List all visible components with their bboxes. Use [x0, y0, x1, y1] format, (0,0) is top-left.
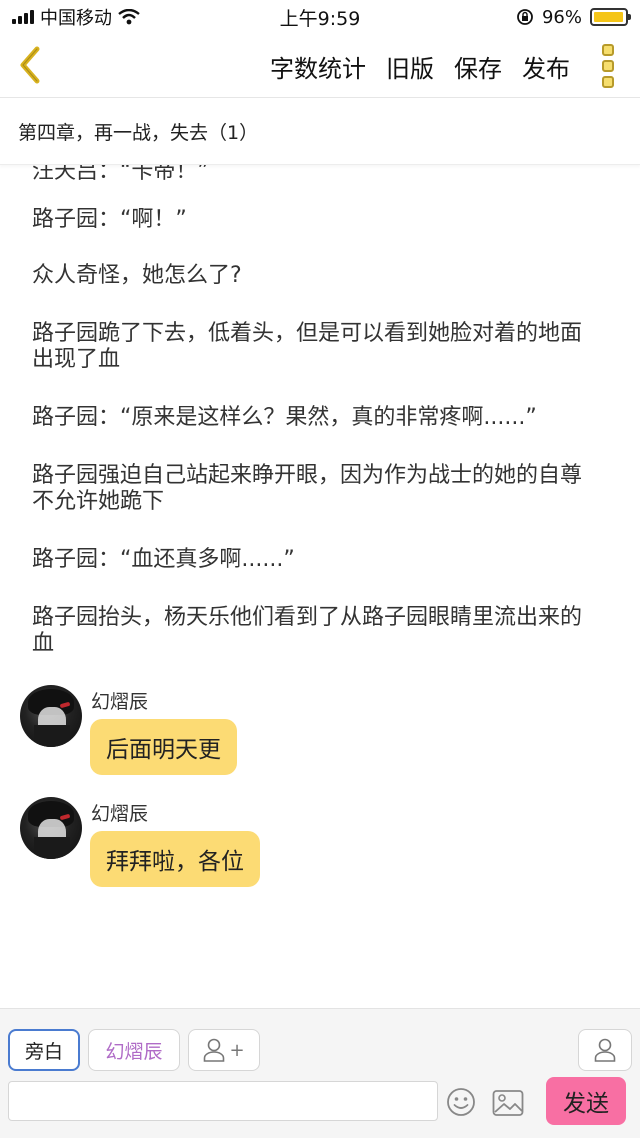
avatar[interactable] [20, 685, 82, 747]
wifi-icon [118, 9, 140, 25]
plus-icon: + [229, 1039, 245, 1061]
user-icon [204, 1038, 225, 1062]
switch-user-button[interactable] [578, 1029, 632, 1071]
clipped-narration: 汪天吕：“卡帝！” [32, 165, 209, 184]
narration-line[interactable]: 路子园跪了下去，低着头，但是可以看到她脸对着的地面出现了血 [32, 321, 602, 373]
battery-percent: 96% [541, 6, 582, 28]
narration-line[interactable]: 路子园：“原来是这样么？果然，真的非常疼啊......” [32, 405, 602, 431]
signal-icon [12, 10, 34, 24]
chapter-title: 第四章，再一战，失去（1） [18, 122, 259, 144]
save-button[interactable]: 保存 [454, 49, 502, 84]
orientation-lock-icon [517, 9, 533, 25]
image-icon[interactable] [492, 1089, 524, 1117]
narration-line[interactable]: 路子园：“啊！” [32, 207, 602, 233]
message-bubble[interactable]: 拜拜啦，各位 [90, 831, 260, 887]
add-role-button[interactable]: + [188, 1029, 260, 1071]
narration-line[interactable]: 路子园抬头，杨天乐他们看到了从路子园眼睛里流出来的血 [32, 605, 602, 657]
battery-level [594, 12, 623, 22]
chevron-left-icon [20, 46, 40, 84]
message-bubble[interactable]: 后面明天更 [90, 719, 237, 775]
nav-actions: 字数统计 旧版 保存 发布 [270, 34, 570, 98]
message-input[interactable] [8, 1081, 438, 1121]
avatar[interactable] [20, 797, 82, 859]
more-icon[interactable] [596, 44, 620, 88]
input-panel: 旁白 幻熠辰 + 发送 [0, 1008, 640, 1138]
status-bar: 中国移动 上午9:59 96% [0, 0, 640, 34]
status-right: 96% [516, 6, 631, 28]
role-character-button[interactable]: 幻熠辰 [88, 1029, 180, 1071]
status-left: 中国移动 [12, 4, 140, 30]
battery-icon [590, 8, 631, 26]
chapter-title-bar[interactable]: 第四章，再一战，失去（1） [0, 99, 640, 165]
carrier-label: 中国移动 [40, 8, 112, 29]
publish-button[interactable]: 发布 [522, 49, 570, 84]
sender-name: 幻熠辰 [91, 691, 149, 713]
old-version-button[interactable]: 旧版 [386, 49, 434, 84]
role-narration-button[interactable]: 旁白 [8, 1029, 80, 1071]
send-button[interactable]: 发送 [546, 1077, 626, 1125]
sender-name: 幻熠辰 [91, 803, 149, 825]
back-button[interactable] [12, 42, 48, 88]
user-icon [594, 1038, 616, 1062]
emoji-icon[interactable] [446, 1087, 476, 1117]
nav-bar: 字数统计 旧版 保存 发布 [0, 34, 640, 98]
narration-line[interactable]: 路子园强迫自己站起来睁开眼，因为作为战士的她的自尊不允许她跪下 [32, 463, 602, 515]
narration-line[interactable]: 路子园：“血还真多啊......” [32, 547, 602, 573]
narration-line[interactable]: 众人奇怪，她怎么了? [32, 263, 602, 289]
word-count-button[interactable]: 字数统计 [270, 49, 366, 84]
story-content[interactable]: 汪天吕：“卡帝！” 路子园：“啊！” 众人奇怪，她怎么了? 路子园跪了下去，低着… [0, 165, 640, 1008]
